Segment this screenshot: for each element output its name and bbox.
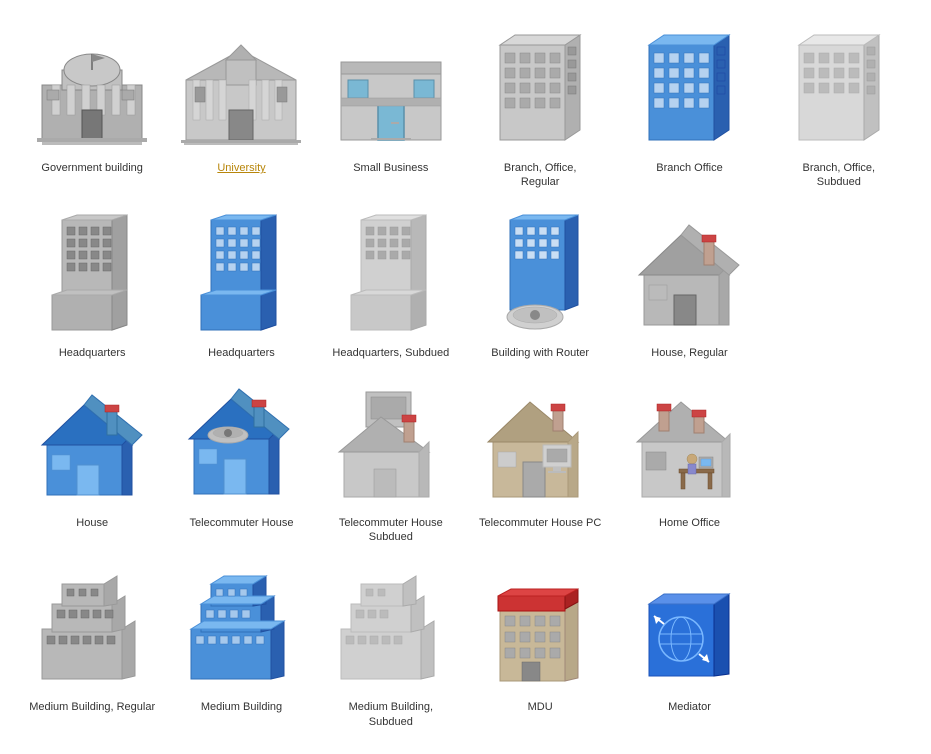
label-medium-building-subdued: Medium Building, Subdued	[326, 700, 456, 729]
item-branch-office-subdued[interactable]: Branch, Office, Subdued	[767, 20, 911, 195]
label-headquarters2: Headquarters	[208, 346, 275, 360]
item-home-office[interactable]: Home Office	[617, 375, 761, 550]
icon-mediator	[624, 564, 754, 694]
icon-telecommuter-house-pc	[475, 380, 605, 510]
label-home-office: Home Office	[659, 516, 720, 530]
label-headquarters: Headquarters	[59, 346, 126, 360]
icon-university	[176, 25, 306, 155]
icon-medium-building-regular	[27, 564, 157, 694]
item-small-business[interactable]: Small Business	[319, 20, 463, 195]
item-telecommuter-house[interactable]: Telecommuter House	[169, 375, 313, 550]
label-telecommuter-house-subdued: Telecommuter House Subdued	[339, 516, 443, 545]
icon-medium-building-subdued	[326, 564, 456, 694]
item-medium-building-regular[interactable]: Medium Building, Regular	[20, 559, 164, 734]
label-telecommuter-house: Telecommuter House	[190, 516, 294, 530]
label-headquarters-subdued: Headquarters, Subdued	[332, 346, 449, 360]
item-telecommuter-house-pc[interactable]: Telecommuter House PC	[468, 375, 612, 550]
icon-branch-office-regular	[475, 25, 605, 155]
item-house[interactable]: House	[20, 375, 164, 550]
icon-home-office	[624, 380, 754, 510]
label-mediator: Mediator	[668, 700, 711, 714]
icon-small-business	[326, 25, 456, 155]
label-branch-office: Branch Office	[656, 161, 722, 175]
icon-house	[27, 380, 157, 510]
label-government-building: Government building	[41, 161, 143, 175]
label-medium-building-regular: Medium Building, Regular	[29, 700, 155, 714]
item-mediator[interactable]: Mediator	[617, 559, 761, 734]
label-mdu: MDU	[528, 700, 553, 714]
item-mdu[interactable]: MDU	[468, 559, 612, 734]
icon-headquarters	[27, 210, 157, 340]
icon-grid: Government building	[20, 20, 911, 734]
empty-slot-1	[767, 205, 911, 365]
item-building-with-router[interactable]: Building with Router	[468, 205, 612, 365]
label-telecommuter-house-pc: Telecommuter House PC	[479, 516, 601, 530]
icon-mdu	[475, 564, 605, 694]
item-medium-building[interactable]: Medium Building	[169, 559, 313, 734]
icon-telecommuter-house-subdued	[326, 380, 456, 510]
item-house-regular[interactable]: House, Regular	[617, 205, 761, 365]
label-house-regular: House, Regular	[651, 346, 727, 360]
item-university[interactable]: University	[169, 20, 313, 195]
icon-medium-building	[176, 564, 306, 694]
empty-slot-3	[767, 559, 911, 734]
label-medium-building: Medium Building	[201, 700, 282, 714]
icon-house-regular	[624, 210, 754, 340]
item-headquarters2[interactable]: Headquarters	[169, 205, 313, 365]
icon-building-with-router	[475, 210, 605, 340]
icon-government-building	[27, 25, 157, 155]
item-headquarters[interactable]: Headquarters	[20, 205, 164, 365]
item-headquarters-subdued[interactable]: Headquarters, Subdued	[319, 205, 463, 365]
label-university: University	[217, 161, 265, 175]
label-building-with-router: Building with Router	[491, 346, 589, 360]
label-branch-office-subdued: Branch, Office, Subdued	[803, 161, 876, 190]
icon-headquarters2	[176, 210, 306, 340]
item-branch-office[interactable]: Branch Office	[617, 20, 761, 195]
label-house: House	[76, 516, 108, 530]
item-branch-office-regular[interactable]: Branch, Office, Regular	[468, 20, 612, 195]
label-small-business: Small Business	[353, 161, 428, 175]
icon-branch-office-subdued	[774, 25, 904, 155]
item-government-building[interactable]: Government building	[20, 20, 164, 195]
icon-branch-office	[624, 25, 754, 155]
label-branch-office-regular: Branch, Office, Regular	[504, 161, 577, 190]
item-telecommuter-house-subdued[interactable]: Telecommuter House Subdued	[319, 375, 463, 550]
icon-telecommuter-house	[176, 380, 306, 510]
empty-slot-2	[767, 375, 911, 550]
item-medium-building-subdued[interactable]: Medium Building, Subdued	[319, 559, 463, 734]
icon-headquarters-subdued	[326, 210, 456, 340]
